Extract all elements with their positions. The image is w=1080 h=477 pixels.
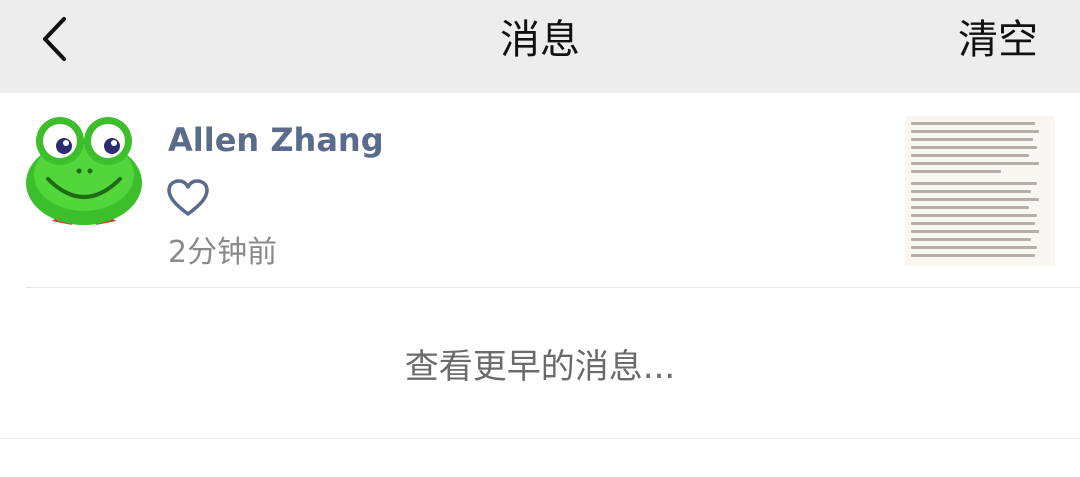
- bottom-divider: [0, 438, 1080, 439]
- clear-button[interactable]: 清空: [958, 0, 1038, 80]
- navigation-bar: 消息 清空: [0, 0, 1080, 93]
- frog-avatar-icon: [26, 117, 142, 225]
- page-title: 消息: [500, 17, 580, 63]
- message-item[interactable]: Allen Zhang 2分钟前: [0, 93, 1080, 287]
- avatar[interactable]: [24, 113, 144, 228]
- article-thumbnail[interactable]: [905, 116, 1055, 266]
- sender-name[interactable]: Allen Zhang: [168, 121, 384, 159]
- heart-icon: [166, 178, 210, 218]
- timestamp: 2分钟前: [168, 235, 278, 270]
- back-button[interactable]: [30, 14, 80, 64]
- chevron-left-icon: [43, 17, 66, 61]
- view-earlier-messages-button[interactable]: 查看更早的消息...: [0, 288, 1080, 438]
